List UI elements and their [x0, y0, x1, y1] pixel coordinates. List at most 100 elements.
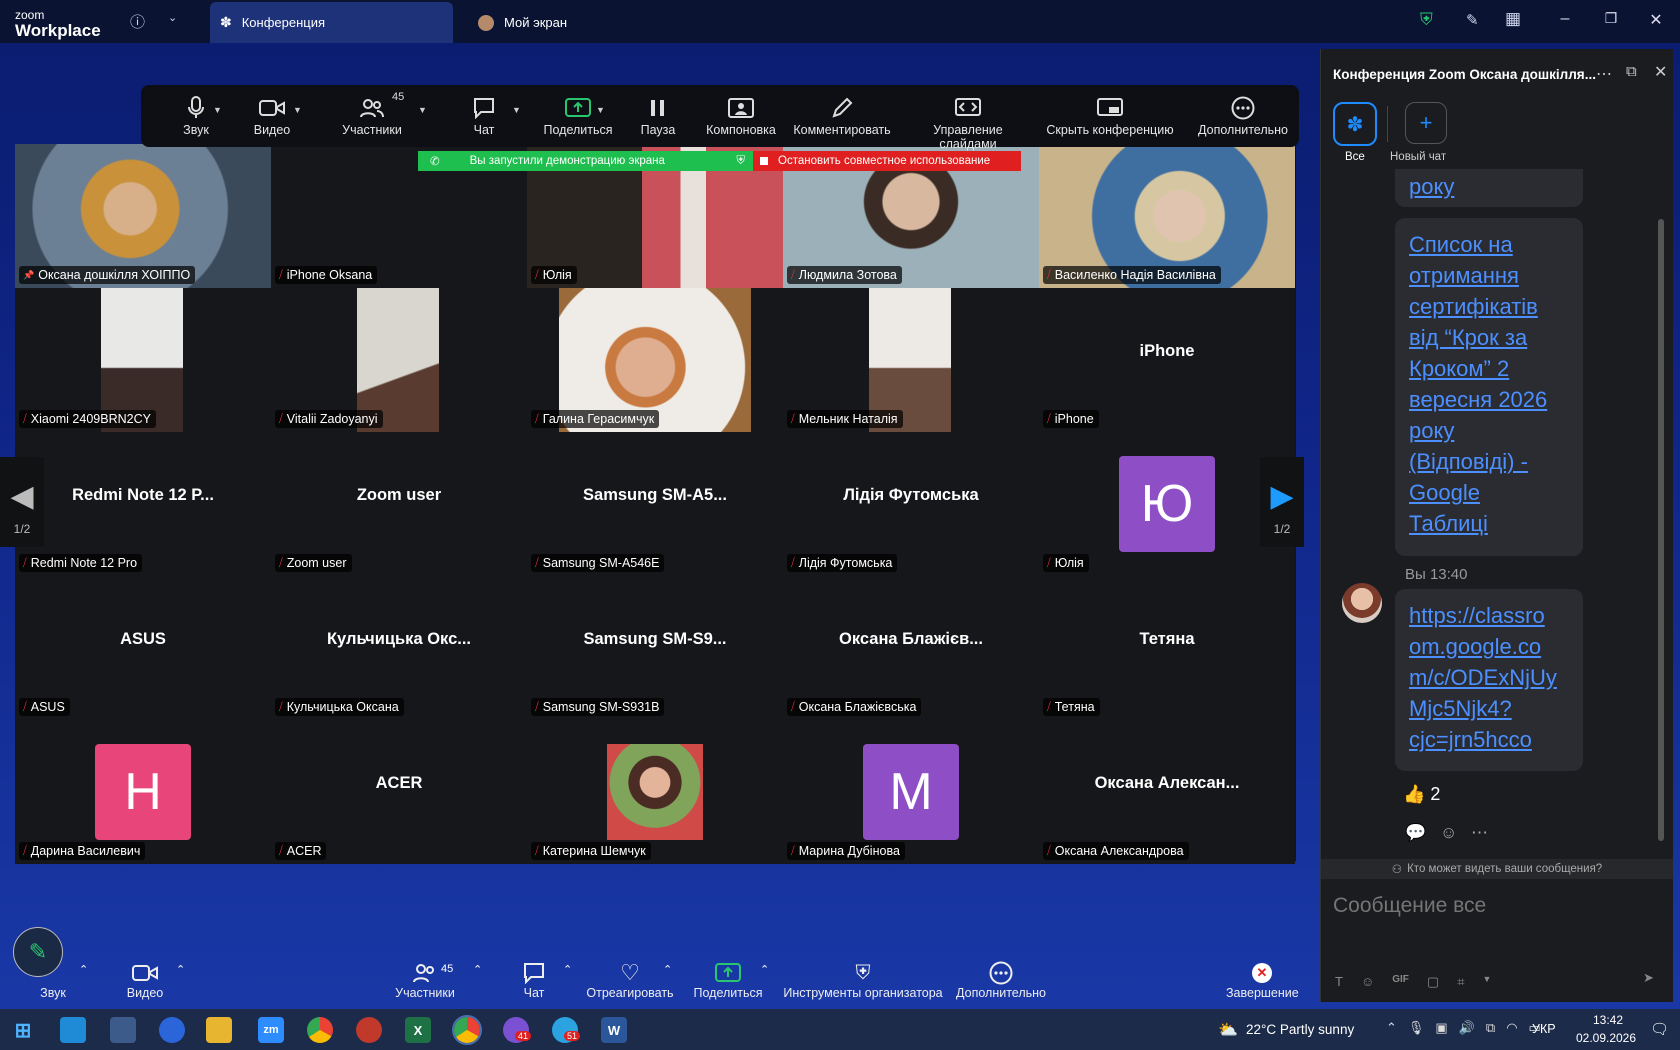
video-tile[interactable]: M ⧸ Марина Дубінова — [783, 720, 1039, 864]
chat-link-line[interactable]: (Відповіді) - — [1409, 446, 1547, 477]
close-icon[interactable]: ✕ — [1641, 10, 1671, 30]
send-icon[interactable]: ➤ — [1643, 970, 1654, 986]
chat-scrollbar[interactable] — [1658, 219, 1664, 841]
chevron-up-icon[interactable]: ⌃ — [663, 963, 672, 976]
chat-link-line[interactable]: om.google.co — [1409, 631, 1557, 662]
reply-icon[interactable]: 💬 — [1405, 823, 1426, 843]
chat-tab-all[interactable]: ✽ — [1333, 102, 1377, 146]
video-options-chevron-icon[interactable]: ▼ — [293, 105, 302, 115]
video-tile[interactable]: ⧸ Катерина Шемчук — [527, 720, 783, 864]
excel-icon[interactable]: X — [405, 1017, 431, 1043]
emoji-icon[interactable]: ☺ — [1361, 974, 1374, 990]
video-tile[interactable]: Samsung SM-A5... ⧸ Samsung SM-A546E — [527, 432, 783, 576]
chevron-up-icon[interactable]: ⌃ — [1386, 1020, 1397, 1036]
more-button[interactable]: Дополнительно — [1194, 93, 1292, 137]
folder-icon[interactable] — [206, 1017, 232, 1043]
video-tile[interactable]: 📌 Оксана дошкілля ХОІППО — [15, 144, 271, 288]
new-chat-button[interactable]: + — [1405, 102, 1447, 144]
speaker-icon[interactable]: 🔊 — [1459, 1020, 1475, 1036]
chevron-up-icon[interactable]: ⌃ — [176, 963, 185, 976]
edge-icon[interactable] — [60, 1017, 86, 1043]
video-tile[interactable]: Ю ⧸ Юлія — [1039, 432, 1295, 576]
video-tile[interactable]: Оксана Алексан... ⧸ Оксана Александрова — [1039, 720, 1295, 864]
bottom-video-button[interactable]: Видео — [124, 960, 166, 1000]
language-indicator[interactable]: УКР — [1532, 1022, 1556, 1036]
chat-button[interactable]: Чат — [459, 93, 509, 137]
layout-button[interactable]: Компоновка — [701, 93, 781, 137]
restore-icon[interactable]: ❐ — [1596, 10, 1626, 27]
video-tile[interactable]: ⧸ Василенко Надія Василівна — [1039, 144, 1295, 288]
audio-button[interactable]: Звук — [171, 93, 221, 137]
bottom-chat-button[interactable]: Чат — [518, 960, 550, 1000]
close-icon[interactable]: ✕ — [1654, 62, 1667, 82]
pen-icon[interactable]: ✎ — [1466, 11, 1479, 29]
video-tile[interactable]: Тетяна ⧸ Тетяна — [1039, 576, 1295, 720]
video-tile[interactable]: Н ⧸ Дарина Василевич — [15, 720, 271, 864]
share-button[interactable]: Поделиться — [538, 93, 618, 137]
chat-link-line[interactable]: Google — [1409, 477, 1547, 508]
more-icon[interactable]: ⋯ — [1471, 823, 1488, 843]
more-icon[interactable]: ⋯ — [1596, 64, 1612, 84]
participants-chevron-icon[interactable]: ▼ — [418, 105, 427, 115]
add-reaction-icon[interactable]: ☺ — [1440, 823, 1457, 843]
pause-button[interactable]: Пауза — [633, 93, 683, 137]
video-tile[interactable]: ASUS ⧸ ASUS — [15, 576, 271, 720]
save-icon[interactable] — [110, 1017, 136, 1043]
chat-link-line[interactable]: m/c/ODExNjUy — [1409, 662, 1557, 693]
end-meeting-button[interactable]: ✕ Завершение — [1226, 960, 1299, 1000]
chevron-down-icon[interactable]: ▼ — [1483, 974, 1492, 990]
audio-options-chevron-icon[interactable]: ▼ — [213, 105, 222, 115]
chevron-up-icon[interactable]: ⌃ — [760, 963, 769, 976]
video-tile[interactable]: iPhone ⧸ iPhone — [1039, 288, 1295, 432]
chat-link-line[interactable]: вересня 2026 — [1409, 384, 1547, 415]
chrome-active-icon[interactable] — [452, 1015, 482, 1045]
video-tile[interactable]: Zoom user ⧸ Zoom user — [271, 432, 527, 576]
tab-meeting[interactable]: ✽ Конференция — [210, 2, 453, 43]
prev-page-button[interactable]: ◀ 1/2 — [0, 457, 44, 547]
chat-link-line[interactable]: сертифікатів — [1409, 291, 1547, 322]
microphone-icon[interactable]: 🎙 — [1408, 1020, 1425, 1036]
video-tile[interactable]: ⧸ Галина Герасимчук — [527, 288, 783, 432]
reaction-thumbs-up[interactable]: 👍 2 — [1403, 784, 1440, 805]
wifi-icon[interactable]: ◠ — [1506, 1020, 1517, 1036]
clock-time[interactable]: 13:42 — [1583, 1013, 1633, 1027]
zoom-icon[interactable]: zm — [258, 1017, 284, 1043]
weather-text[interactable]: 22°C Partly sunny — [1246, 1022, 1354, 1037]
text-format-icon[interactable]: T — [1335, 974, 1343, 990]
minimize-icon[interactable]: – — [1550, 10, 1580, 28]
chrome-icon[interactable] — [307, 1017, 333, 1043]
chat-link-line[interactable]: року — [1409, 415, 1547, 446]
annotate-button[interactable]: Комментировать — [792, 93, 892, 137]
stop-share-button[interactable]: Остановить совместное использование — [753, 151, 1021, 171]
chat-link-line[interactable]: Список на — [1409, 229, 1547, 260]
video-tile[interactable]: Кульчицька Окс... ⧸ Кульчицька Оксана — [271, 576, 527, 720]
chat-link-sheet[interactable]: Список на отримання сертифікатів від “Крок … — [1409, 229, 1547, 539]
chat-input[interactable] — [1331, 887, 1655, 925]
video-button[interactable]: Видео — [247, 93, 297, 137]
video-tile[interactable]: Оксана Блажієв... ⧸ Оксана Блажієвська — [783, 576, 1039, 720]
bottom-audio-button[interactable]: Звук — [38, 960, 68, 1000]
browser-icon[interactable] — [159, 1017, 185, 1043]
next-page-button[interactable]: ▶ 1/2 — [1260, 457, 1304, 547]
chat-link-line[interactable]: Mjc5Njk4? — [1409, 693, 1557, 724]
notifications-icon[interactable]: 🗨 — [1650, 1020, 1669, 1038]
slide-control-button[interactable]: Управление слайдами — [903, 93, 1033, 151]
video-tile[interactable]: ⧸ Мельник Наталія — [783, 288, 1039, 432]
host-tools-button[interactable]: ⛨ Инструменты организатора — [783, 960, 943, 1001]
visibility-info[interactable]: ⚇ Кто может видеть ваши сообщения? — [1321, 859, 1673, 879]
word-icon[interactable]: W — [601, 1017, 627, 1043]
chat-link-classroom[interactable]: https://classro om.google.co m/c/ODExNjUy M… — [1409, 600, 1557, 755]
chevron-up-icon[interactable]: ⌃ — [473, 963, 482, 976]
gif-icon[interactable]: GIF — [1392, 974, 1409, 990]
share-chevron-icon[interactable]: ▼ — [596, 105, 605, 115]
screenshot-icon[interactable]: ⌗ — [1457, 974, 1464, 990]
windows-start-icon[interactable]: ⊞ — [10, 1017, 36, 1043]
video-tile[interactable]: ⧸ Vitalii Zadoyanyi — [271, 288, 527, 432]
bottom-more-button[interactable]: Дополнительно — [955, 960, 1047, 1000]
chat-link-line[interactable]: Таблиці — [1409, 508, 1547, 539]
chevron-down-icon[interactable]: ⌄ — [168, 11, 177, 24]
react-button[interactable]: ♡ Отреагировать — [585, 960, 675, 1000]
chat-link-line[interactable]: від “Крок за — [1409, 322, 1547, 353]
camera-icon[interactable]: ▣ — [1435, 1020, 1447, 1036]
tab-my-screen[interactable]: Мой экран — [478, 2, 678, 43]
